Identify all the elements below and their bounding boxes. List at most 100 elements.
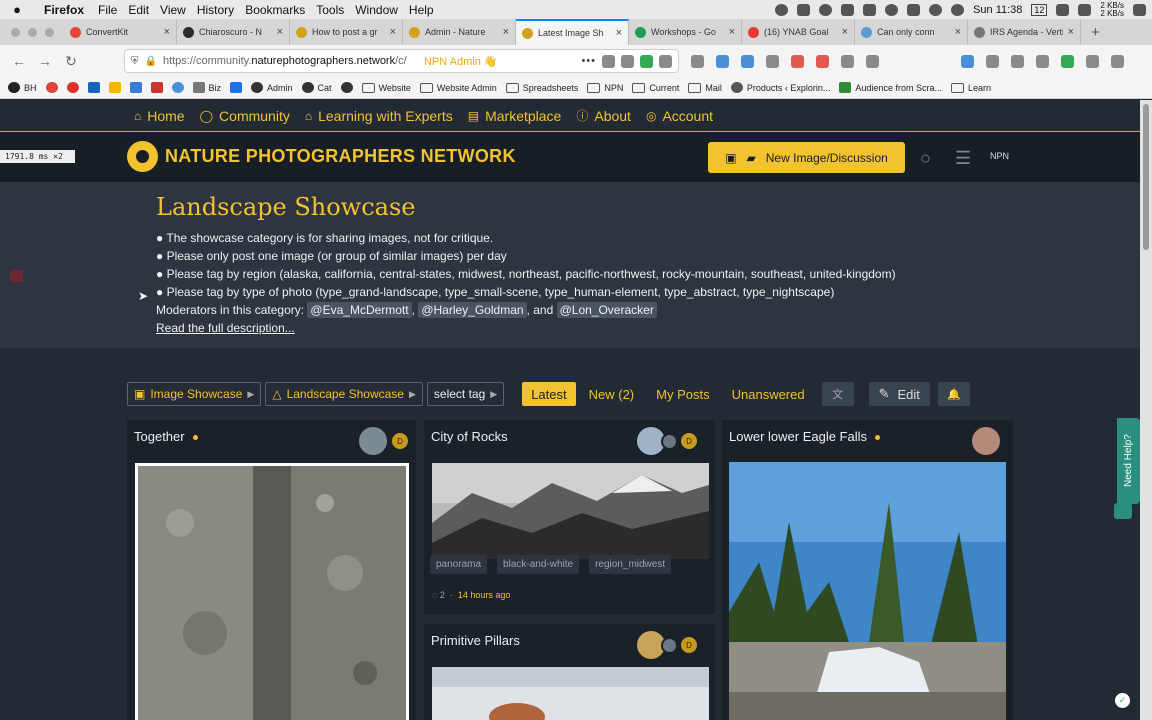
tag-chip[interactable]: region_midwest <box>589 555 672 574</box>
bookmark-admin[interactable]: Admin <box>251 82 293 93</box>
nav-account[interactable]: ◎ Account <box>646 108 713 124</box>
close-tab-icon[interactable]: × <box>616 27 622 39</box>
bookmark-icon-only[interactable] <box>340 82 353 93</box>
menu-help[interactable]: Help <box>409 3 445 17</box>
tag-chip[interactable]: black-and-white <box>497 555 580 574</box>
menu-file[interactable]: File <box>98 3 128 17</box>
calendar-icon[interactable] <box>741 54 754 68</box>
browser-tab[interactable]: Can only conn × <box>855 19 968 45</box>
nav-about[interactable]: ⓘ About <box>576 107 631 124</box>
bookmark-icon-only[interactable] <box>129 82 142 93</box>
avatar[interactable]: D <box>681 637 697 653</box>
time-machine-icon[interactable] <box>819 3 833 16</box>
bookmark-icon-only[interactable] <box>171 82 184 93</box>
topic-card[interactable]: Lower lower Eagle Falls <box>722 420 1013 720</box>
topic-card[interactable]: Primitive Pillars D <box>424 624 715 720</box>
moderator-link[interactable]: @Harley_Goldman <box>418 302 527 318</box>
bookmark-icon-only[interactable] <box>150 82 163 93</box>
close-window-button[interactable] <box>11 27 20 37</box>
topic-thumbnail[interactable] <box>135 463 409 720</box>
activity-time[interactable]: 14 hours ago <box>458 590 511 600</box>
bookmark-spreadsheets[interactable]: Spreadsheets <box>505 82 578 93</box>
volume-icon[interactable] <box>951 3 965 16</box>
new-tab-button[interactable]: + <box>1081 24 1110 41</box>
status-icon[interactable] <box>885 3 899 16</box>
nav-learning[interactable]: ⌂ Learning with Experts <box>305 108 453 124</box>
close-tab-icon[interactable]: × <box>164 26 170 38</box>
reload-icon[interactable]: ↻ <box>58 53 84 70</box>
lock-icon[interactable]: 🔒 <box>145 56 157 67</box>
npn-user-menu[interactable]: NPN <box>990 151 1009 161</box>
profiler-timing[interactable]: 1791.8 ms ×2 <box>0 150 75 163</box>
avatar[interactable]: D <box>392 433 408 449</box>
moderator-link[interactable]: @Eva_McDermott <box>307 302 412 318</box>
control-center-icon[interactable] <box>1078 3 1092 16</box>
topic-card[interactable]: Together D <box>127 420 416 720</box>
menu-app-name[interactable]: Firefox <box>34 3 98 17</box>
topic-thumbnail[interactable] <box>432 463 709 559</box>
bookmark-icon-only[interactable] <box>66 82 79 93</box>
menu-bookmarks[interactable]: Bookmarks <box>245 3 316 17</box>
nav-community[interactable]: ◯ Community <box>200 108 290 124</box>
subcategory-dropdown[interactable]: △ Landscape Showcase ▶ <box>265 382 423 406</box>
forward-icon[interactable]: → <box>32 53 58 69</box>
mask-icon[interactable] <box>1036 54 1049 68</box>
browser-tab[interactable]: IRS Agenda - Verti × <box>968 19 1081 45</box>
status-icon[interactable] <box>797 3 811 16</box>
library-icon[interactable] <box>986 54 999 68</box>
close-tab-icon[interactable]: × <box>955 26 961 38</box>
avatar[interactable] <box>661 636 678 654</box>
bookmark-products[interactable]: Products ‹ Explorin... <box>730 82 830 93</box>
wifi-icon[interactable] <box>929 3 943 16</box>
bookmark-cat[interactable]: Cat <box>301 82 332 93</box>
avatar[interactable] <box>970 425 1002 457</box>
menu-edit[interactable]: Edit <box>128 3 160 17</box>
tab-latest[interactable]: Latest <box>522 382 576 406</box>
avatar[interactable] <box>661 432 678 450</box>
tab-unanswered[interactable]: Unanswered <box>723 382 814 406</box>
url-text[interactable]: https://community.naturephotographers.ne… <box>163 55 418 67</box>
browser-tab[interactable]: How to post a gr × <box>290 19 403 45</box>
close-tab-icon[interactable]: × <box>277 26 283 38</box>
status-icon[interactable] <box>775 3 789 16</box>
grid-icon[interactable] <box>841 54 854 68</box>
shield-icon[interactable]: ⛨ <box>131 56 139 67</box>
reply-count[interactable]: ◌ 2 <box>432 590 445 600</box>
extension-icon[interactable] <box>716 54 729 68</box>
nav-home[interactable]: ⌂ Home <box>134 108 185 124</box>
parent-category-dropdown[interactable]: ▣ Image Showcase ▶ <box>127 382 262 406</box>
extension-icon[interactable] <box>766 54 779 68</box>
bookmark-icon-only[interactable] <box>45 82 58 93</box>
dropbox-icon[interactable] <box>907 3 921 16</box>
bookmark-website[interactable]: Website <box>361 82 411 93</box>
topic-card[interactable]: City of Rocks D panorama black-and-white… <box>424 420 715 614</box>
read-full-description-link[interactable]: Read the full description... <box>156 319 896 337</box>
overflow-icon[interactable] <box>1086 54 1099 68</box>
topic-title[interactable]: Primitive Pillars <box>431 633 520 648</box>
chat-icon[interactable] <box>1114 503 1132 519</box>
bookmark-icon-only[interactable] <box>108 82 121 93</box>
tag-chip[interactable]: panorama <box>430 555 488 574</box>
translate-icon[interactable]: 文 <box>821 382 854 406</box>
close-tab-icon[interactable]: × <box>1068 26 1074 38</box>
extension-icon[interactable] <box>816 54 829 68</box>
minimize-window-button[interactable] <box>28 27 37 37</box>
shield-icon[interactable] <box>841 3 855 16</box>
topic-title[interactable]: Lower lower Eagle Falls <box>729 429 881 444</box>
topic-thumbnail[interactable] <box>432 667 709 720</box>
menubar-clock[interactable]: Sun 11:38 <box>973 4 1022 16</box>
close-tab-icon[interactable]: × <box>729 26 735 38</box>
reader-icon[interactable] <box>691 54 704 68</box>
search-icon[interactable] <box>866 54 879 68</box>
url-bar[interactable]: ⛨ 🔒 https://community.naturephotographer… <box>124 49 679 73</box>
page-scrollbar[interactable] <box>1140 100 1152 720</box>
bell-icon[interactable]: 🔔 <box>937 382 970 406</box>
battery-level[interactable]: 12 <box>1031 3 1048 16</box>
bookmark-npn[interactable]: NPN <box>587 82 623 93</box>
hamburger-menu-icon[interactable]: ☰ <box>955 148 971 169</box>
bookmark-website-admin[interactable]: Website Admin <box>419 82 497 93</box>
nav-marketplace[interactable]: ▤ Marketplace <box>468 108 562 124</box>
edit-category-button[interactable]: ✎ Edit <box>868 382 930 406</box>
pocket-icon[interactable] <box>602 54 615 68</box>
bookmark-bh[interactable]: BH <box>8 82 37 93</box>
